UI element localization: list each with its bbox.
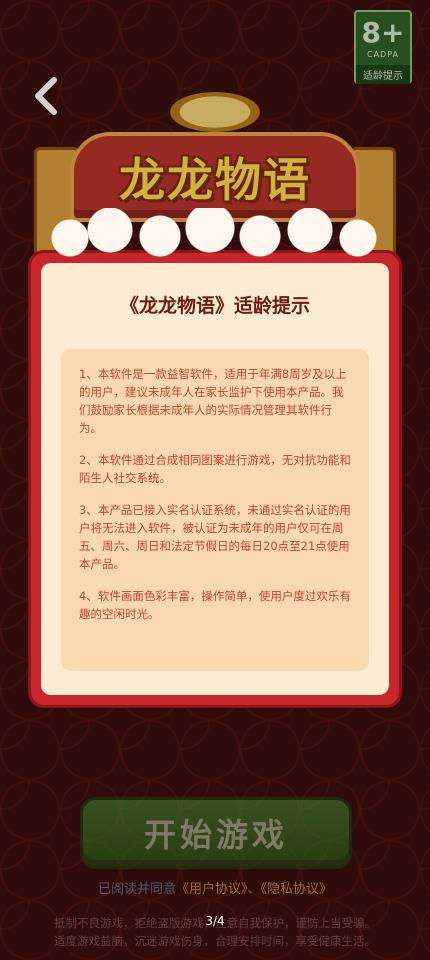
- age-rating-label: 适龄提示: [356, 65, 410, 84]
- agreement-separator: 、: [247, 882, 261, 897]
- agreement-line: 已阅读并同意《用户协议》、《隐私协议》: [0, 878, 430, 897]
- start-game-label: 开始游戏: [143, 816, 288, 854]
- agreement-prefix: 已阅读并同意: [97, 882, 176, 897]
- age-notice-dialog: 《龙龙物语》适龄提示 1、本软件是一款益智软件，适用于年满8周岁及以上的用户，建…: [28, 250, 402, 708]
- privacy-policy-link[interactable]: 《隐私协议》: [261, 882, 333, 897]
- notice-item: 4、软件画面色彩丰富，操作简单，使用户度过欢乐有趣的空闲时光。: [79, 589, 351, 621]
- game-logo-title: 龙龙物语: [119, 153, 311, 207]
- dialog-title: 《龙龙物语》适龄提示: [119, 295, 310, 317]
- health-notice-line-2: 适度游戏益脑，沉迷游戏伤身，合理安排时间，享受健康生活。: [54, 934, 376, 948]
- notice-content-box: 1、本软件是一款益智软件，适用于年满8周岁及以上的用户，建议未成年人在家长监护下…: [61, 349, 369, 671]
- notice-item: 1、本软件是一款益智软件，适用于年满8周岁及以上的用户，建议未成年人在家长监护下…: [79, 367, 347, 435]
- user-agreement-link[interactable]: 《用户协议》: [176, 882, 248, 897]
- notice-item: 3、本产品已接入实名认证系统，未通过实名认证的用户将无法进入软件，被认证为未成年…: [79, 503, 351, 571]
- age-rating-org: CADPA: [366, 50, 399, 59]
- page-indicator: 3/4: [205, 914, 225, 928]
- cloud-decoration: [50, 208, 380, 258]
- age-rating-number: 8+: [361, 16, 405, 49]
- gold-ingot-decoration: [170, 92, 260, 132]
- dialog-paper: 《龙龙物语》适龄提示 1、本软件是一款益智软件，适用于年满8周岁及以上的用户，建…: [41, 263, 389, 695]
- notice-item: 2、本软件通过合成相同图案进行游戏，无对抗功能和陌生人社交系统。: [79, 453, 351, 485]
- age-rating-badge: 8+ CADPA 适龄提示: [354, 10, 412, 84]
- start-game-button[interactable]: 开始游戏: [80, 797, 352, 869]
